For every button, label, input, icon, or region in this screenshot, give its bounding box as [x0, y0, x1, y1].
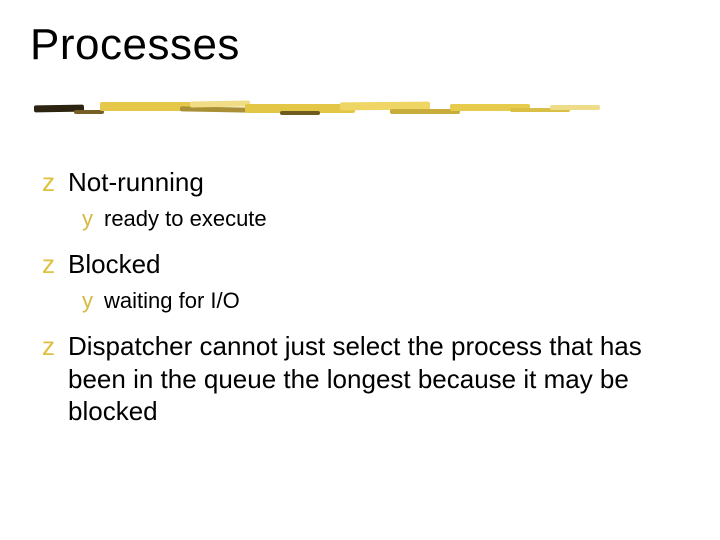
brush-stroke — [550, 105, 600, 110]
bullet-level-2: yready to execute — [82, 205, 670, 233]
brush-stroke — [190, 100, 250, 107]
bullet-level-2: ywaiting for I/O — [82, 287, 670, 315]
bullet-z-icon: z — [42, 248, 68, 281]
slide: Processes zNot-runningyready to executez… — [0, 0, 720, 540]
bullet-level-1: zDispatcher cannot just select the proce… — [42, 330, 670, 428]
slide-content: zNot-runningyready to executezBlockedywa… — [42, 150, 670, 430]
bullet-text: ready to execute — [104, 205, 670, 233]
title-underline — [30, 98, 610, 126]
brush-stroke — [74, 110, 104, 114]
bullet-z-icon: z — [42, 330, 68, 363]
bullet-text: Not-running — [68, 166, 670, 199]
bullet-z-icon: z — [42, 166, 68, 199]
bullet-text: Blocked — [68, 248, 670, 281]
bullet-level-1: zNot-running — [42, 166, 670, 199]
brush-stroke — [280, 111, 320, 115]
bullet-text: waiting for I/O — [104, 287, 670, 315]
bullet-y-icon: y — [82, 205, 104, 233]
bullet-text: Dispatcher cannot just select the proces… — [68, 330, 670, 428]
page-title: Processes — [30, 20, 240, 70]
bullet-y-icon: y — [82, 287, 104, 315]
bullet-level-1: zBlocked — [42, 248, 670, 281]
